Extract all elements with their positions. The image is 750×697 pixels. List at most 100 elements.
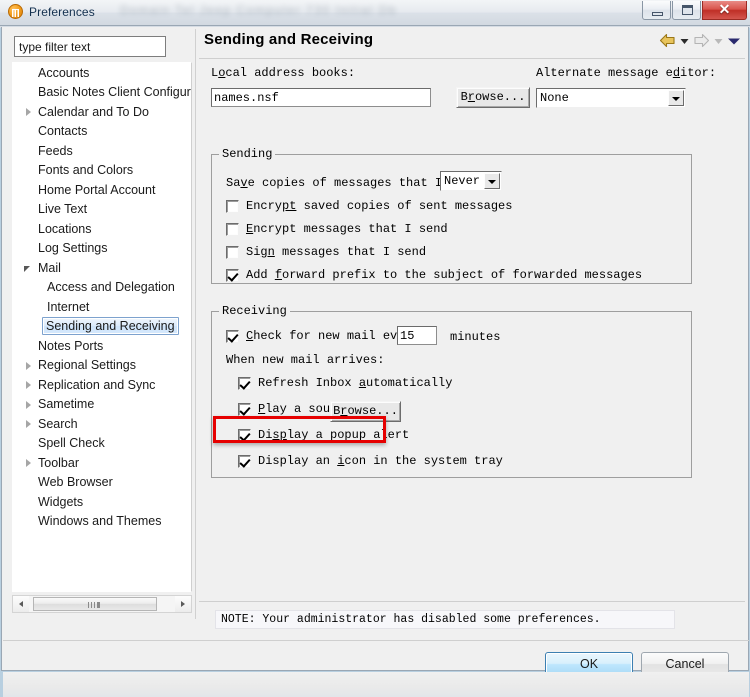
sidebar-item-log-settings[interactable]: Log Settings xyxy=(13,239,191,259)
sending-encrypt-saved-copies-of-row[interactable]: Encrypt saved copies of sent messages xyxy=(226,199,512,213)
sidebar-item-notes-ports[interactable]: Notes Ports xyxy=(13,336,191,356)
sending-encrypt-messages-that-i-row[interactable]: Encrypt messages that I send xyxy=(226,222,448,236)
close-button[interactable]: ✕ xyxy=(702,1,747,20)
sound-browse-button[interactable]: Browse... xyxy=(330,401,401,422)
sidebar-item-internet[interactable]: Internet xyxy=(13,297,191,317)
sidebar-item-sending-and-receiving[interactable]: Sending and Receiving xyxy=(13,317,191,337)
blurred-background-caption: Domain Tel Jeep Computer 730 Initial Db xyxy=(120,3,398,17)
sidebar-item-label: Sametime xyxy=(38,397,95,412)
sidebar-item-windows-and-themes[interactable]: Windows and Themes xyxy=(13,512,191,532)
sidebar-item-calendar-and-to-do[interactable]: Calendar and To Do xyxy=(13,102,191,122)
preferences-sidebar: Accounts Basic Notes Client Configura Cale… xyxy=(12,33,192,621)
sidebar-item-locations[interactable]: Locations xyxy=(13,219,191,239)
sidebar-item-replication-and-sync[interactable]: Replication and Sync xyxy=(13,375,191,395)
preferences-tree[interactable]: Accounts Basic Notes Client Configura Cale… xyxy=(12,62,192,592)
view-menu-chevron-icon[interactable] xyxy=(727,35,741,47)
sidebar-item-regional-settings[interactable]: Regional Settings xyxy=(13,356,191,376)
sidebar-item-access-and-delegation[interactable]: Access and Delegation xyxy=(13,278,191,298)
tree-collapsed-icon[interactable] xyxy=(21,414,37,433)
tree-collapsed-icon[interactable] xyxy=(21,356,37,375)
receiving-refresh-inbox-automatically-row[interactable]: Refresh Inbox automatically xyxy=(238,376,452,390)
sidebar-item-basic-notes-client-configura[interactable]: Basic Notes Client Configura xyxy=(13,83,191,103)
save-copies-dropdown[interactable]: Never xyxy=(440,171,502,191)
sidebar-item-label: Regional Settings xyxy=(38,358,136,373)
address-books-browse-button[interactable]: Browse... xyxy=(456,87,530,108)
sidebar-item-feeds[interactable]: Feeds xyxy=(13,141,191,161)
sidebar-item-spell-check[interactable]: Spell Check xyxy=(13,434,191,454)
navigation-controls xyxy=(659,33,741,48)
sidebar-item-contacts[interactable]: Contacts xyxy=(13,122,191,142)
tree-collapsed-icon[interactable] xyxy=(21,395,37,414)
chevron-down-icon[interactable] xyxy=(484,173,500,189)
receiving-group-legend: Receiving xyxy=(219,304,290,318)
sidebar-horizontal-scrollbar[interactable] xyxy=(12,595,192,613)
sidebar-item-toolbar[interactable]: Toolbar xyxy=(13,453,191,473)
page-header: Sending and Receiving xyxy=(199,30,745,59)
content-panel: Sending and Receiving Local address book… xyxy=(199,30,745,615)
filter-input[interactable] xyxy=(14,36,166,57)
tree-collapsed-icon[interactable] xyxy=(21,453,37,472)
receiving-refresh-inbox-automatically-checkbox[interactable] xyxy=(238,376,251,390)
sidebar-item-home-portal-account[interactable]: Home Portal Account xyxy=(13,180,191,200)
back-dropdown-icon[interactable] xyxy=(679,35,690,47)
receiving-play-a-sound-checkbox[interactable] xyxy=(238,402,251,416)
receiving-display-a-popup-alert-checkbox[interactable] xyxy=(238,428,251,442)
back-arrow-icon[interactable] xyxy=(659,33,676,48)
receiving-display-an-icon-in-checkbox[interactable] xyxy=(238,454,251,468)
sidebar-item-label: Search xyxy=(38,416,78,431)
receiving-display-an-icon-in-row[interactable]: Display an icon in the system tray xyxy=(238,454,503,468)
sending-encrypt-saved-copies-of-label: Encrypt saved copies of sent messages xyxy=(246,199,513,213)
sending-encrypt-messages-that-i-checkbox[interactable] xyxy=(226,222,239,236)
sending-add-forward-prefix-to-checkbox[interactable] xyxy=(226,268,239,282)
chevron-down-icon[interactable] xyxy=(668,90,684,106)
minimize-button[interactable] xyxy=(642,1,671,20)
sending-encrypt-messages-that-i-label: Encrypt messages that I send xyxy=(246,222,448,236)
receiving-play-a-sound-row[interactable]: Play a sound xyxy=(238,402,344,416)
alternate-editor-dropdown[interactable]: None xyxy=(536,88,686,108)
scroll-right-icon[interactable] xyxy=(175,596,191,612)
sidebar-item-label: Notes Ports xyxy=(38,338,104,353)
maximize-button[interactable] xyxy=(672,1,701,20)
check-new-mail-label: Check for new mail every xyxy=(246,329,419,343)
sidebar-item-widgets[interactable]: Widgets xyxy=(13,492,191,512)
sidebar-item-accounts[interactable]: Accounts xyxy=(13,63,191,83)
tree-expanded-icon[interactable] xyxy=(21,258,37,277)
sidebar-item-search[interactable]: Search xyxy=(13,414,191,434)
sidebar-item-label: Widgets xyxy=(38,494,84,509)
sending-add-forward-prefix-to-row[interactable]: Add forward prefix to the subject of for… xyxy=(226,268,642,282)
mail-check-interval-input[interactable] xyxy=(397,326,437,345)
sidebar-item-live-text[interactable]: Live Text xyxy=(13,200,191,220)
dialog-bottom-strip xyxy=(3,672,749,697)
forward-arrow-icon xyxy=(694,33,710,48)
check-new-mail-row[interactable]: Check for new mail every xyxy=(226,329,419,343)
scroll-left-icon[interactable] xyxy=(13,596,29,612)
sending-sign-messages-that-i-checkbox[interactable] xyxy=(226,245,239,259)
sidebar-item-web-browser[interactable]: Web Browser xyxy=(13,473,191,493)
receiving-display-a-popup-alert-label: Display a popup alert xyxy=(258,428,410,442)
alternate-editor-value: None xyxy=(540,91,569,105)
local-address-books-input[interactable] xyxy=(211,88,431,107)
tree-collapsed-icon[interactable] xyxy=(21,375,37,394)
close-icon: ✕ xyxy=(718,1,731,17)
sending-sign-messages-that-i-row[interactable]: Sign messages that I send xyxy=(226,245,426,259)
sidebar-item-label: Calendar and To Do xyxy=(38,104,149,119)
sending-encrypt-saved-copies-of-checkbox[interactable] xyxy=(226,199,239,213)
sidebar-item-sametime[interactable]: Sametime xyxy=(13,395,191,415)
receiving-display-a-popup-alert-row[interactable]: Display a popup alert xyxy=(238,428,409,442)
scrollbar-thumb[interactable] xyxy=(33,597,157,611)
button-bar-separator xyxy=(3,640,749,641)
scrollbar-track[interactable] xyxy=(29,596,175,612)
sidebar-item-mail[interactable]: Mail xyxy=(13,258,191,278)
check-new-mail-checkbox[interactable] xyxy=(226,329,239,343)
sidebar-item-fonts-and-colors[interactable]: Fonts and Colors xyxy=(13,161,191,181)
sidebar-item-label: Replication and Sync xyxy=(38,377,156,392)
alternate-editor-label: Alternate message editor: xyxy=(536,66,717,80)
tree-collapsed-icon[interactable] xyxy=(21,102,37,121)
title-bar-left-group: Preferences xyxy=(8,4,95,19)
